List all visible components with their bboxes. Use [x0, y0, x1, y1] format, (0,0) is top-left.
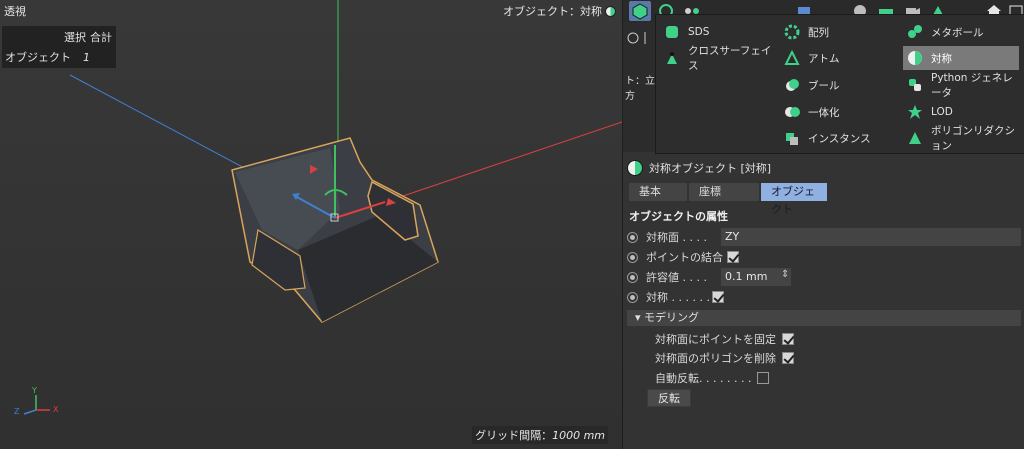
menu-item-atom[interactable]: アトム [780, 46, 896, 70]
symmetry-icon [907, 50, 923, 66]
symmetry-checkbox[interactable] [711, 291, 724, 303]
menu-item-label: SDS [688, 26, 710, 38]
svg-text:X: X [53, 405, 59, 414]
weld-points-row: ポイントの結合 [627, 248, 1021, 266]
3d-viewport[interactable]: Y X Z 透視 選択 合計 オブジェクト 1 オブジェクト：対称 グリッド間隔：1… [0, 0, 622, 449]
attribute-header: 対称オブジェクト [対称] [627, 160, 771, 176]
generator-dropdown-menu: SDS クロスサーフェイス 配列 アトム ブール 一体化 インスタンス メタボー… [655, 14, 1024, 154]
generator-cube-button[interactable] [629, 1, 651, 21]
hud-object-row: オブジェクト 1 [5, 49, 90, 65]
menu-item-label: ポリゴンリダクション [931, 125, 1015, 152]
boole-icon [784, 77, 800, 93]
left-tool-strip: ト：立方 [623, 22, 655, 152]
menu-item-python-generator[interactable]: Python ジェネレータ [903, 72, 1019, 99]
cross-surface-icon [664, 50, 680, 66]
menu-item-instance[interactable]: インスタンス [780, 126, 896, 150]
symmetry-label: 対称 . . . . . . [646, 291, 710, 304]
mirror-plane-label: 対称面 . . . . [646, 231, 707, 244]
symmetry-icon [627, 160, 643, 176]
menu-item-label: アトム [808, 52, 840, 65]
move-tool-icon[interactable] [623, 26, 655, 66]
delete-polygons-row: 対称面のポリゴンを削除 [655, 349, 794, 367]
active-object-text: オブジェクト：対称 [503, 5, 602, 18]
mirror-plane-dropdown[interactable]: ZY [721, 228, 1021, 246]
menu-item-array[interactable]: 配列 [780, 20, 896, 44]
hud-object-label: オブジェクト [5, 51, 71, 64]
array-icon [784, 24, 800, 40]
flip-button[interactable]: 反転 [647, 389, 691, 407]
weld-points-checkbox[interactable] [727, 251, 739, 263]
menu-item-symmetry[interactable]: 対称 [903, 46, 1019, 70]
attribute-manager: 対称オブジェクト [対称] 基本 座標 オブジェクト オブジェクトの属性 対称面… [623, 154, 1024, 449]
right-panel: ト：立方 SDS クロスサーフェイス 配列 アトム ブール 一体化 インスタンス… [622, 0, 1024, 449]
tab-coordinates[interactable]: 座標 [689, 183, 759, 201]
menu-item-metaball[interactable]: メタボール [903, 20, 1019, 44]
weld-points-label: ポイントの結合 [646, 251, 723, 264]
hud-total-label: 合計 [90, 31, 112, 44]
menu-item-label: インスタンス [808, 132, 871, 145]
clamp-points-checkbox[interactable] [782, 333, 794, 345]
active-object-readout: オブジェクト：対称 [503, 3, 616, 19]
svg-text:Y: Y [31, 386, 37, 395]
menu-item-connect[interactable]: 一体化 [780, 100, 896, 124]
menu-item-lod[interactable]: LOD [903, 100, 1019, 124]
symmetry-row: 対称 . . . . . . [627, 288, 1021, 306]
tolerance-row: 許容値 . . . . 0.1 mm ⇕ [627, 268, 1021, 286]
animate-radio[interactable] [627, 231, 638, 243]
connect-icon [784, 104, 800, 120]
hud-panel: 選択 合計 オブジェクト 1 [2, 26, 116, 68]
auto-flip-row: 自動反転. . . . . . . . [655, 369, 770, 387]
grid-spacing-label: グリッド間隔： [475, 429, 553, 442]
menu-item-label: クロスサーフェイス [688, 45, 772, 72]
axis-indicator: Y X Z [14, 386, 59, 416]
instance-icon [784, 130, 800, 146]
delete-polygons-checkbox[interactable] [782, 352, 794, 364]
python-icon [907, 77, 923, 93]
svg-text:Z: Z [14, 407, 20, 416]
delete-polygons-label: 対称面のポリゴンを削除 [655, 352, 776, 365]
polygon-reduction-icon [907, 130, 923, 146]
hud-header: 選択 合計 [60, 29, 112, 45]
section-title: オブジェクトの属性 [629, 210, 728, 223]
menu-item-sds[interactable]: SDS [660, 20, 776, 44]
attribute-header-title: 対称オブジェクト [対称] [649, 162, 772, 175]
stepper-arrows-icon[interactable]: ⇕ [781, 269, 789, 280]
grid-spacing-readout: グリッド間隔：1000 mm [472, 426, 608, 444]
menu-item-cross-surface[interactable]: クロスサーフェイス [660, 45, 776, 72]
menu-item-label: 一体化 [808, 106, 840, 119]
modeling-group-header[interactable]: ▾ モデリング [627, 310, 1021, 326]
attribute-tabs: 基本 座標 オブジェクト [629, 183, 827, 216]
menu-item-boole[interactable]: ブール [780, 73, 896, 97]
auto-flip-checkbox[interactable] [757, 372, 770, 384]
viewport-title[interactable]: 透視 [4, 3, 26, 19]
mirror-plane-row: 対称面 . . . . ZY [627, 228, 1021, 246]
hud-object-count: 1 [83, 51, 90, 64]
clamp-points-row: 対称面にポイントを固定 [655, 330, 794, 348]
clamp-points-label: 対称面にポイントを固定 [655, 333, 776, 346]
atom-icon [784, 49, 800, 66]
tab-object[interactable]: オブジェクト [761, 183, 827, 216]
metaball-icon [907, 24, 923, 40]
menu-item-label: ブール [808, 79, 840, 92]
menu-item-label: LOD [931, 106, 953, 118]
menu-item-label: Python ジェネレータ [931, 72, 1013, 99]
menu-item-label: 対称 [931, 52, 952, 65]
menu-item-label: 配列 [808, 26, 829, 39]
animate-radio[interactable] [627, 291, 638, 303]
menu-item-polygon-reduction[interactable]: ポリゴンリダクション [903, 125, 1019, 152]
sds-icon [664, 24, 680, 40]
grid-spacing-value: 1000 mm [552, 429, 605, 442]
left-strip-label: ト：立方 [625, 76, 655, 102]
auto-flip-label: 自動反転. . . . . . . . [655, 372, 752, 385]
tolerance-label: 許容値 . . . . [646, 271, 707, 284]
animate-radio[interactable] [627, 251, 638, 263]
symmetry-icon [605, 5, 616, 17]
lod-icon [907, 104, 923, 120]
menu-item-label: メタボール [931, 26, 984, 39]
animate-radio[interactable] [627, 271, 638, 283]
tab-basic[interactable]: 基本 [629, 183, 687, 201]
hud-select-label: 選択 [64, 31, 86, 44]
